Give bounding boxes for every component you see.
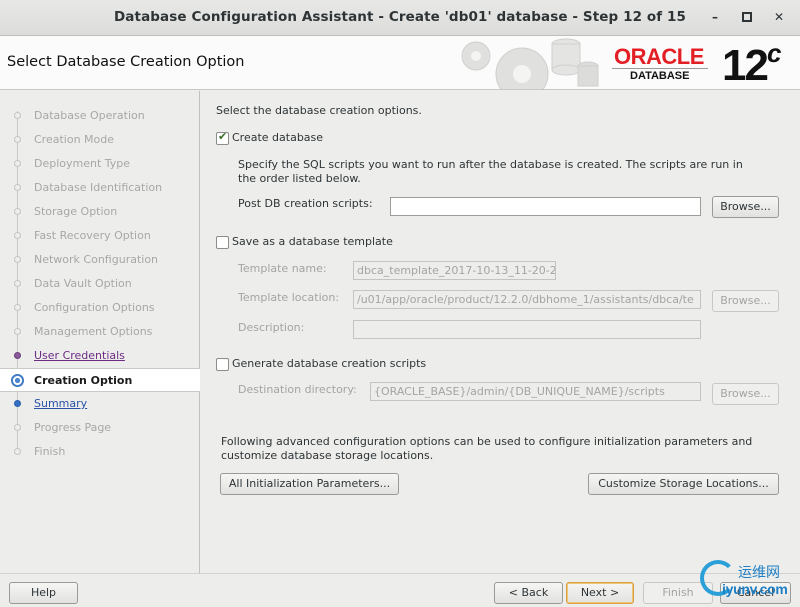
steps-sidebar: Database Operation Creation Mode Deploymen… xyxy=(0,91,200,573)
sidebar-step-label: Network Configuration xyxy=(34,253,159,266)
page-header: Select Database Creation Option ORACLE D… xyxy=(0,36,800,90)
template-location-input[interactable]: /u01/app/oracle/product/12.2.0/dbhome_1/… xyxy=(353,290,701,309)
sidebar-step: Configuration Options xyxy=(0,296,200,320)
sidebar-step: Database Identification xyxy=(0,176,200,200)
main-panel: Select the database creation options. Cr… xyxy=(201,91,800,573)
watermark-cn-text: 运维网 xyxy=(738,565,780,581)
window-title: Database Configuration Assistant - Creat… xyxy=(114,9,686,25)
template-name-label: Template name: xyxy=(238,262,327,275)
template-description-input[interactable] xyxy=(353,320,701,339)
sidebar-step-label[interactable]: User Credentials xyxy=(34,349,125,362)
sidebar-step-label[interactable]: Summary xyxy=(34,397,87,410)
oracle-logo: ORACLE DATABASE xyxy=(608,42,718,86)
sidebar-step-label: Configuration Options xyxy=(34,301,155,314)
logo-divider xyxy=(612,68,708,69)
step-marker-icon xyxy=(14,112,21,119)
advanced-options-text-line1: Following advanced configuration options… xyxy=(221,435,753,448)
all-initialization-parameters-button[interactable]: All Initialization Parameters... xyxy=(220,473,399,495)
help-button[interactable]: Help xyxy=(9,582,78,604)
sidebar-step: Creation Mode xyxy=(0,128,200,152)
dialog-footer: Help < Back Next > Finish Cancel xyxy=(0,573,800,607)
create-database-checkbox[interactable] xyxy=(216,130,229,145)
post-scripts-label: Post DB creation scripts: xyxy=(238,197,373,210)
step-marker-icon xyxy=(14,184,21,191)
template-location-browse-button[interactable]: Browse... xyxy=(712,290,779,312)
sidebar-step[interactable]: User Credentials xyxy=(0,344,200,368)
template-location-label: Template location: xyxy=(238,291,340,304)
sidebar-step-label: Deployment Type xyxy=(34,157,131,170)
close-icon[interactable]: ✕ xyxy=(770,8,788,26)
sidebar-step: Database Operation xyxy=(0,104,200,128)
next-button[interactable]: Next > xyxy=(566,582,634,604)
post-scripts-browse-button[interactable]: Browse... xyxy=(712,196,779,218)
sidebar-step[interactable]: Summary xyxy=(0,392,200,416)
site-watermark: 运维网 iyunv.com xyxy=(700,558,800,607)
step-marker-icon xyxy=(14,160,21,167)
sidebar-step: Management Options xyxy=(0,320,200,344)
page-title: Select Database Creation Option xyxy=(7,54,245,70)
post-scripts-description-line1: Specify the SQL scripts you want to run … xyxy=(238,158,743,171)
template-description-label: Description: xyxy=(238,321,305,334)
destination-browse-button[interactable]: Browse... xyxy=(712,383,779,405)
sidebar-step-label: Database Identification xyxy=(34,181,163,194)
destination-directory-label: Destination directory: xyxy=(238,383,357,396)
gears-decoration-icon xyxy=(461,38,599,89)
generate-scripts-checkbox[interactable] xyxy=(216,358,229,371)
step-marker-icon xyxy=(14,448,21,455)
back-button[interactable]: < Back xyxy=(494,582,563,604)
oracle-wordmark: ORACLE xyxy=(614,44,704,69)
sidebar-step: Progress Page xyxy=(0,416,200,440)
maximize-icon[interactable] xyxy=(738,8,756,26)
step-marker-icon xyxy=(14,136,21,143)
window-titlebar: Database Configuration Assistant - Creat… xyxy=(0,0,800,36)
step-marker-icon xyxy=(14,304,21,311)
version-suffix: c xyxy=(766,38,782,68)
save-template-checkbox[interactable] xyxy=(216,236,229,249)
step-marker-icon xyxy=(14,400,21,407)
create-database-label[interactable]: Create database xyxy=(232,131,323,144)
sidebar-step-label: Storage Option xyxy=(34,205,118,218)
sidebar-step: Creation Option xyxy=(0,368,200,392)
step-marker-icon xyxy=(14,328,21,335)
sidebar-step-label: Database Operation xyxy=(34,109,145,122)
step-marker-icon xyxy=(14,352,21,359)
generate-scripts-label[interactable]: Generate database creation scripts xyxy=(232,357,426,370)
sidebar-step-label: Finish xyxy=(34,445,66,458)
destination-directory-input[interactable]: {ORACLE_BASE}/admin/{DB_UNIQUE_NAME}/scr… xyxy=(370,382,701,401)
sidebar-step-label: Progress Page xyxy=(34,421,112,434)
version-number: 12 xyxy=(722,41,769,90)
step-marker-icon xyxy=(14,208,21,215)
sidebar-step: Deployment Type xyxy=(0,152,200,176)
step-marker-icon xyxy=(11,374,24,387)
sidebar-step-label: Creation Option xyxy=(34,374,133,387)
version-badge: 12c xyxy=(722,38,782,90)
sidebar-step: Data Vault Option xyxy=(0,272,200,296)
sidebar-step: Network Configuration xyxy=(0,248,200,272)
database-wordmark: DATABASE xyxy=(630,70,690,82)
watermark-en-text: iyunv.com xyxy=(722,581,788,597)
sidebar-step-label: Management Options xyxy=(34,325,153,338)
sidebar-step: Fast Recovery Option xyxy=(0,224,200,248)
sidebar-step: Storage Option xyxy=(0,200,200,224)
step-marker-icon xyxy=(14,232,21,239)
step-marker-icon xyxy=(14,280,21,287)
minimize-icon[interactable]: – xyxy=(706,8,724,26)
save-template-label[interactable]: Save as a database template xyxy=(232,235,393,248)
customize-storage-locations-button[interactable]: Customize Storage Locations... xyxy=(588,473,779,495)
advanced-options-text-line2: customize database storage locations. xyxy=(221,449,434,462)
post-scripts-input[interactable] xyxy=(390,197,701,216)
intro-text: Select the database creation options. xyxy=(216,104,422,117)
step-marker-icon xyxy=(14,424,21,431)
sidebar-step-label: Fast Recovery Option xyxy=(34,229,151,242)
post-scripts-description-line2: the order listed below. xyxy=(238,172,361,185)
sidebar-step-label: Data Vault Option xyxy=(34,277,132,290)
step-marker-icon xyxy=(14,256,21,263)
sidebar-step-label: Creation Mode xyxy=(34,133,115,146)
template-name-input[interactable]: dbca_template_2017-10-13_11-20-2 xyxy=(353,261,556,280)
sidebar-step: Finish xyxy=(0,440,200,464)
